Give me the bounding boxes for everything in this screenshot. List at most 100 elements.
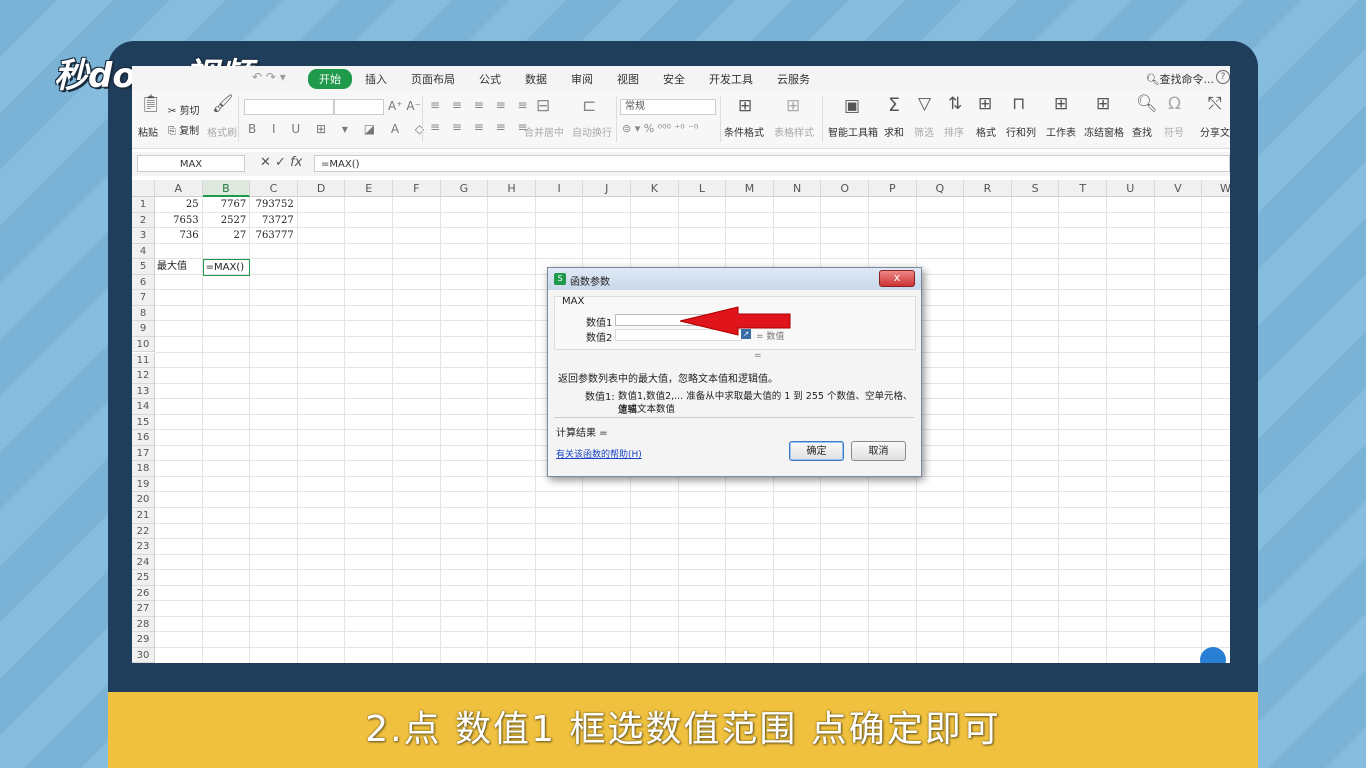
cancel-button[interactable]: 取消 <box>851 441 906 461</box>
number-format-icons[interactable]: ⊜ ▾ % ⁰⁰⁰ ⁺⁰ ⁻⁰ <box>622 122 698 135</box>
freeze-panes-icon[interactable]: ⊞ <box>1096 94 1110 114</box>
col-header-M[interactable]: M <box>726 180 774 197</box>
wrap-text-icon[interactable]: ⊏ <box>582 96 596 116</box>
find-button[interactable]: 查找 <box>1132 124 1152 139</box>
row-header-23[interactable]: 23 <box>132 539 155 555</box>
symbol-icon[interactable]: Ω <box>1168 94 1181 114</box>
row-header-7[interactable]: 7 <box>132 290 155 306</box>
cell-B1[interactable]: 7767 <box>205 197 246 212</box>
merge-center-button[interactable]: 合并居中 <box>524 124 564 139</box>
row-header-21[interactable]: 21 <box>132 508 155 524</box>
row-header-5[interactable]: 5 <box>132 259 155 275</box>
share-button[interactable]: 分享文 <box>1200 124 1230 139</box>
tab-4[interactable]: 数据 <box>514 69 558 89</box>
formula-action-icons[interactable]: ✕ ✓ fx <box>260 155 302 170</box>
tab-2[interactable]: 页面布局 <box>400 69 466 89</box>
row-header-22[interactable]: 22 <box>132 523 155 540</box>
row-header-17[interactable]: 17 <box>132 445 155 462</box>
formula-input[interactable]: =MAX() <box>314 155 1230 172</box>
sort-button[interactable]: 排序 <box>944 124 964 139</box>
row-header-9[interactable]: 9 <box>132 321 155 337</box>
cell-A2[interactable]: 7653 <box>157 213 198 228</box>
row-header-16[interactable]: 16 <box>132 430 155 446</box>
search-command[interactable]: 🔍︎查找命令... <box>1146 71 1214 87</box>
cell-C1[interactable]: 793752 <box>252 197 294 212</box>
tab-7[interactable]: 安全 <box>652 69 696 89</box>
filter-icon[interactable]: ▽ <box>918 94 931 114</box>
symbol-button[interactable]: 符号 <box>1164 124 1184 139</box>
col-header-I[interactable]: I <box>535 180 584 197</box>
table-style-button[interactable]: 表格样式 <box>774 124 814 139</box>
row-header-24[interactable]: 24 <box>132 554 155 571</box>
col-header-S[interactable]: S <box>1011 180 1060 197</box>
smart-toolbox-button[interactable]: 智能工具箱 <box>828 124 878 139</box>
cell-A1[interactable]: 25 <box>157 197 199 212</box>
col-header-P[interactable]: P <box>869 180 917 197</box>
row-header-3[interactable]: 3 <box>132 228 155 244</box>
row-header-11[interactable]: 11 <box>132 352 155 369</box>
row-header-19[interactable]: 19 <box>132 476 155 493</box>
worksheet-button[interactable]: 工作表 <box>1046 124 1076 139</box>
cell-B5[interactable]: =MAX() <box>202 259 251 276</box>
sum-icon[interactable]: Σ <box>888 94 900 116</box>
tab-6[interactable]: 视图 <box>606 69 650 89</box>
worksheet-icon[interactable]: ⊞ <box>1054 94 1068 114</box>
tab-5[interactable]: 审阅 <box>560 69 604 89</box>
number-format-combo[interactable]: 常规 <box>620 99 716 115</box>
col-header-O[interactable]: O <box>821 180 869 197</box>
ok-button[interactable]: 确定 <box>789 441 844 461</box>
col-header-J[interactable]: J <box>583 180 631 197</box>
select-all-corner[interactable] <box>132 180 155 197</box>
tab-0[interactable]: 开始 <box>308 69 352 89</box>
font-size-increase-icon[interactable]: A⁺ A⁻ <box>388 99 421 113</box>
row-col-icon[interactable]: ⊓ <box>1012 94 1025 114</box>
row-header-30[interactable]: 30 <box>132 647 155 663</box>
row-header-2[interactable]: 2 <box>132 212 155 229</box>
sum-button[interactable]: 求和 <box>884 124 904 139</box>
copy-button[interactable]: ⎘ 复制 <box>168 122 199 137</box>
col-header-C[interactable]: C <box>250 180 298 197</box>
col-header-E[interactable]: E <box>345 180 393 197</box>
tab-1[interactable]: 插入 <box>354 69 398 89</box>
col-header-T[interactable]: T <box>1059 180 1107 197</box>
smart-toolbox-icon[interactable]: ▣ <box>844 96 860 116</box>
format-painter-icon[interactable]: 🖌︎ <box>212 94 234 114</box>
tab-3[interactable]: 公式 <box>468 69 512 89</box>
function-help-link[interactable]: 有关该函数的帮助(H) <box>556 447 642 460</box>
row-header-10[interactable]: 10 <box>132 336 155 353</box>
find-icon[interactable]: 🔍︎ <box>1136 94 1158 114</box>
row-header-18[interactable]: 18 <box>132 461 155 477</box>
paste-button[interactable]: 粘贴 <box>138 124 158 139</box>
merge-center-icon[interactable]: ⊟ <box>536 96 550 116</box>
cell-C2[interactable]: 73727 <box>252 213 294 228</box>
row-header-14[interactable]: 14 <box>132 399 155 415</box>
col-header-V[interactable]: V <box>1154 180 1203 197</box>
name-box[interactable]: MAX <box>137 155 245 172</box>
col-header-D[interactable]: D <box>297 180 346 197</box>
row-header-26[interactable]: 26 <box>132 585 155 602</box>
conditional-format-button[interactable]: 条件格式 <box>724 124 764 139</box>
row-header-8[interactable]: 8 <box>132 305 155 322</box>
close-button[interactable]: x <box>879 270 915 287</box>
filter-button[interactable]: 筛选 <box>914 124 934 139</box>
dialog-title-bar[interactable]: S 函数参数 x <box>548 268 921 290</box>
cell-C3[interactable]: 763777 <box>252 228 294 243</box>
row-header-25[interactable]: 25 <box>132 570 155 586</box>
col-header-H[interactable]: H <box>488 180 536 197</box>
row-header-12[interactable]: 12 <box>132 368 155 384</box>
row-header-15[interactable]: 15 <box>132 414 155 431</box>
row-header-1[interactable]: 1 <box>132 197 155 213</box>
format-button[interactable]: 格式 <box>976 124 996 139</box>
row-header-4[interactable]: 4 <box>132 243 155 260</box>
undo-redo-icons[interactable]: ↶ ↷ ▾ <box>252 70 286 84</box>
sort-icon[interactable]: ⇅ <box>948 94 962 114</box>
cell-B2[interactable]: 2527 <box>205 213 246 228</box>
cell-A5[interactable]: 最大值 <box>157 259 199 274</box>
align-top-icons[interactable]: ≡ ≡ ≡ ≡ ≡ <box>430 98 532 112</box>
row-col-button[interactable]: 行和列 <box>1006 124 1036 139</box>
wrap-text-button[interactable]: 自动换行 <box>572 124 612 139</box>
cell-A3[interactable]: 736 <box>157 228 199 243</box>
col-header-A[interactable]: A <box>155 180 203 197</box>
cell-B3[interactable]: 27 <box>205 228 246 243</box>
format-icon[interactable]: ⊞ <box>978 94 992 114</box>
